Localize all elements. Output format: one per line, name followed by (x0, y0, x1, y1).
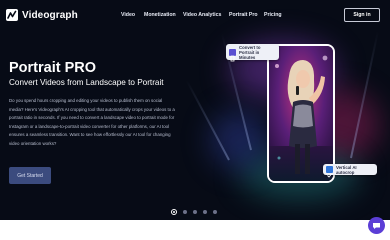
chat-button[interactable] (368, 217, 385, 234)
carousel-dot-3[interactable] (193, 210, 197, 214)
carousel-dot-2[interactable] (183, 210, 187, 214)
logo-text: Videograph (22, 9, 78, 21)
chat-icon (373, 222, 380, 229)
carousel-dots (171, 209, 217, 215)
page-title: Portrait PRO (9, 60, 97, 76)
top-nav: Videograph Video Monetization Video Anal… (0, 0, 390, 30)
phone-mockup (267, 44, 335, 183)
badge-bottom-text: Vertical AI autocrop (336, 164, 357, 175)
portrait-crop-icon (229, 48, 236, 61)
badge-top-text: Convert to Portrait in Minutes (239, 44, 261, 60)
autocrop-icon (326, 166, 333, 178)
carousel-dot-5[interactable] (213, 210, 217, 214)
carousel-dot-1[interactable] (171, 209, 177, 215)
carousel-dot-4[interactable] (203, 210, 207, 214)
sign-in-button[interactable]: Sign in (344, 8, 380, 22)
logo[interactable]: Videograph (6, 9, 78, 21)
nav-link-video[interactable]: Video (121, 12, 135, 18)
page-subtitle: Convert Videos from Landscape to Portrai… (9, 78, 164, 87)
performer-image (269, 46, 333, 181)
nav-link-video-analytics[interactable]: Video Analytics (183, 12, 221, 18)
hero-section: Videograph Video Monetization Video Anal… (0, 0, 390, 220)
videograph-logo-icon (6, 9, 18, 21)
nav-link-monetization[interactable]: Monetization (144, 12, 176, 18)
nav-link-portrait-pro[interactable]: Portrait Pro (229, 12, 258, 18)
autocrop-badge: Vertical AI autocrop (323, 164, 377, 178)
nav-link-pricing[interactable]: Pricing (264, 12, 282, 18)
convert-portrait-badge: Convert to Portrait in Minutes (226, 44, 279, 61)
hero-description: Do you spend hours cropping and editing … (9, 98, 175, 146)
get-started-button[interactable]: Get Started (9, 167, 51, 184)
